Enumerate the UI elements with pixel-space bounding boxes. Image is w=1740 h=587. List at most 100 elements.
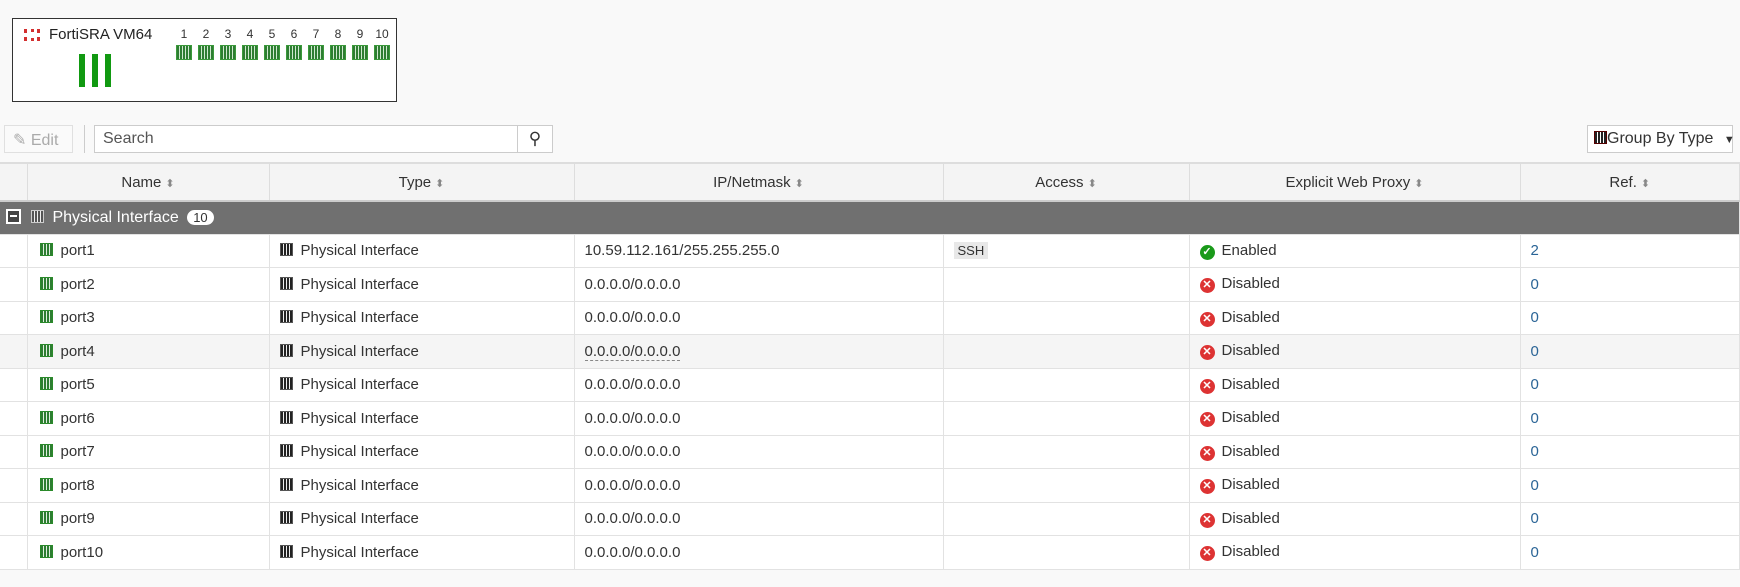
interface-type: Physical Interface — [300, 275, 419, 293]
port-icon — [286, 45, 302, 60]
interface-type: Physical Interface — [300, 543, 419, 561]
sort-icon[interactable]: ⬍ — [165, 178, 174, 190]
toolbar: ✎ Edit Search ⚲ Group By Type ▼ — [4, 125, 1740, 153]
interface-name: port2 — [60, 275, 95, 293]
interface-name: port1 — [60, 242, 95, 260]
row-select[interactable] — [0, 401, 28, 436]
port-icon — [39, 410, 53, 424]
interface-type-icon — [279, 511, 293, 525]
device-faceplate: FortiSRA VM64 1 2 3 4 5 6 7 8 9 10 — [12, 18, 397, 102]
group-row[interactable]: Physical Interface 10 — [0, 201, 1740, 235]
x-circle-icon: ✕ — [1199, 378, 1215, 394]
row-select[interactable] — [0, 234, 28, 268]
row-select[interactable] — [0, 502, 28, 536]
port-indicator[interactable]: 4 — [241, 27, 259, 60]
row-select[interactable] — [0, 368, 28, 402]
ip-netmask: 0.0.0.0/0.0.0.0 — [584, 476, 681, 494]
caret-down-icon: ▼ — [1723, 134, 1735, 146]
column-header[interactable]: Ref. ⬍ — [1520, 162, 1740, 202]
table-row[interactable]: port10 Physical Interface 0.0.0.0/0.0.0.… — [0, 535, 1740, 570]
interface-type-icon — [279, 377, 293, 391]
interface-name: port9 — [60, 510, 95, 528]
row-select[interactable] — [0, 267, 28, 302]
table-row[interactable]: port8 Physical Interface 0.0.0.0/0.0.0.0… — [0, 468, 1740, 503]
proxy-status: Disabled — [1221, 375, 1280, 393]
ref-count-link[interactable]: 0 — [1531, 443, 1539, 460]
select-column-header[interactable] — [0, 162, 28, 202]
port-indicator[interactable]: 1 — [175, 27, 193, 60]
ref-count-link[interactable]: 0 — [1531, 544, 1539, 561]
column-label: IP/Netmask — [713, 173, 791, 191]
port-indicator[interactable]: 6 — [285, 27, 303, 60]
row-select[interactable] — [0, 301, 28, 335]
ref-count-link[interactable]: 0 — [1531, 410, 1539, 427]
search-icon: ⚲ — [528, 129, 542, 148]
edit-button[interactable]: ✎ Edit — [4, 125, 73, 153]
sort-icon[interactable]: ⬍ — [1088, 178, 1097, 190]
ref-count-link[interactable]: 2 — [1531, 242, 1539, 259]
interface-type: Physical Interface — [300, 510, 419, 528]
ref-count-link[interactable]: 0 — [1531, 376, 1539, 393]
row-select[interactable] — [0, 535, 28, 570]
port-icon — [198, 45, 214, 60]
fortinet-logo-icon — [24, 29, 40, 41]
interface-type-icon — [279, 343, 293, 357]
port-indicator[interactable]: 9 — [351, 27, 369, 60]
column-label: Ref. — [1609, 173, 1637, 191]
proxy-status: Disabled — [1221, 509, 1280, 527]
column-header[interactable]: Name ⬍ — [27, 162, 270, 202]
port-indicator[interactable]: 3 — [219, 27, 237, 60]
column-header[interactable]: Type ⬍ — [269, 162, 575, 202]
access-badge: SSH — [953, 242, 989, 260]
port-icon — [352, 45, 368, 60]
interface-name: port10 — [60, 543, 104, 561]
table-row[interactable]: port6 Physical Interface 0.0.0.0/0.0.0.0… — [0, 401, 1740, 436]
port-indicator[interactable]: 10 — [373, 27, 391, 60]
device-title: FortiSRA VM64 — [49, 26, 153, 43]
interface-name: port3 — [60, 309, 95, 327]
row-select[interactable] — [0, 468, 28, 503]
proxy-status: Disabled — [1221, 275, 1280, 293]
port-indicator[interactable]: 5 — [263, 27, 281, 60]
table-row[interactable]: port5 Physical Interface 0.0.0.0/0.0.0.0… — [0, 368, 1740, 402]
sort-icon[interactable]: ⬍ — [1641, 178, 1650, 190]
search-input[interactable]: Search — [94, 125, 519, 153]
table-row[interactable]: port7 Physical Interface 0.0.0.0/0.0.0.0… — [0, 435, 1740, 469]
ref-count-link[interactable]: 0 — [1531, 510, 1539, 527]
port-indicator[interactable]: 8 — [329, 27, 347, 60]
port-number: 1 — [180, 27, 188, 41]
ip-netmask: 0.0.0.0/0.0.0.0 — [584, 342, 681, 361]
row-select[interactable] — [0, 334, 28, 369]
row-select[interactable] — [0, 435, 28, 469]
table-row[interactable]: port3 Physical Interface 0.0.0.0/0.0.0.0… — [0, 301, 1740, 335]
sort-icon[interactable]: ⬍ — [795, 178, 804, 190]
port-indicator[interactable]: 2 — [197, 27, 215, 60]
ref-count-link[interactable]: 0 — [1531, 309, 1539, 326]
ref-count-link[interactable]: 0 — [1531, 343, 1539, 360]
pencil-icon: ✎ — [13, 132, 27, 149]
table-row[interactable]: port2 Physical Interface 0.0.0.0/0.0.0.0… — [0, 267, 1740, 302]
column-header[interactable]: Access ⬍ — [943, 162, 1190, 202]
column-header[interactable]: IP/Netmask ⬍ — [574, 162, 944, 202]
ip-netmask: 10.59.112.161/255.255.255.0 — [584, 242, 780, 260]
x-circle-icon: ✕ — [1199, 278, 1215, 294]
device-status-bars-icon — [79, 54, 111, 87]
table-row[interactable]: port9 Physical Interface 0.0.0.0/0.0.0.0… — [0, 502, 1740, 536]
proxy-status: Enabled — [1221, 241, 1277, 259]
port-icon — [39, 511, 53, 525]
sort-icon[interactable]: ⬍ — [1414, 178, 1423, 190]
table-row[interactable]: port1 Physical Interface 10.59.112.161/2… — [0, 234, 1740, 268]
sort-icon[interactable]: ⬍ — [435, 178, 444, 190]
port-indicator[interactable]: 7 — [307, 27, 325, 60]
search-button[interactable]: ⚲ — [517, 125, 553, 153]
port-icon — [39, 544, 53, 558]
collapse-icon[interactable] — [6, 208, 21, 224]
group-by-dropdown[interactable]: Group By Type ▼ — [1587, 125, 1735, 153]
x-circle-icon: ✕ — [1199, 345, 1215, 361]
ref-count-link[interactable]: 0 — [1531, 477, 1539, 494]
interface-type: Physical Interface — [300, 409, 419, 427]
table-row[interactable]: port4 Physical Interface 0.0.0.0/0.0.0.0… — [0, 334, 1740, 369]
proxy-status: Disabled — [1221, 442, 1280, 460]
ref-count-link[interactable]: 0 — [1531, 276, 1539, 293]
column-header[interactable]: Explicit Web Proxy ⬍ — [1189, 162, 1521, 202]
